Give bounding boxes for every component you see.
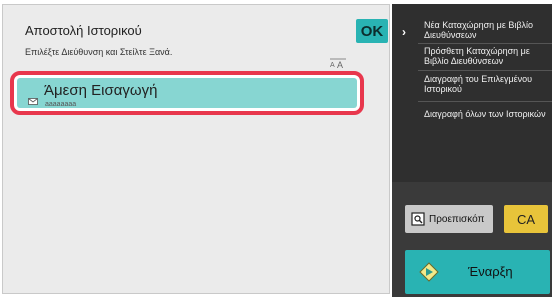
panel-title: Αποστολή Ιστορικού: [25, 23, 142, 38]
menu-item-add-entry[interactable]: Πρόσθετη Καταχώρηση με Βιβλίο Διευθύνσεω…: [418, 46, 552, 66]
menu-item-delete-selected[interactable]: Διαγραφή του Επιλεγμένου Ιστορικού: [418, 74, 552, 94]
history-item-highlight: Άμεση Εισαγωγή aaaaaaaa: [10, 71, 364, 115]
chevron-right-icon[interactable]: ›: [396, 24, 412, 40]
sort-icon[interactable]: A A: [329, 57, 347, 71]
menu-item-new-entry[interactable]: Νέα Καταχώρηση με Βιβλίο Διευθύνσεων: [418, 20, 552, 40]
panel-instruction: Επιλέξτε Διεύθυνση και Στείλτε Ξανά.: [25, 47, 173, 57]
list-item[interactable]: Άμεση Εισαγωγή aaaaaaaa: [17, 78, 357, 108]
history-item-address: aaaaaaaa: [45, 101, 77, 108]
preview-icon: [411, 212, 425, 226]
start-button[interactable]: Έναρξη: [405, 250, 550, 294]
history-item-name: Άμεση Εισαγωγή: [44, 82, 158, 99]
preview-label: Προεπισκόπ: [429, 213, 485, 225]
menu-divider: [418, 70, 552, 71]
svg-text:A: A: [330, 62, 335, 69]
clear-all-button[interactable]: CA: [504, 205, 548, 233]
history-panel: Αποστολή Ιστορικού Επιλέξτε Διεύθυνση κα…: [2, 4, 390, 294]
menu-divider: [418, 43, 552, 44]
menu-divider: [418, 101, 552, 102]
mail-icon: [28, 92, 38, 105]
svg-text:A: A: [337, 60, 343, 70]
start-label: Έναρξη: [468, 264, 513, 279]
ok-button[interactable]: OK: [356, 19, 388, 43]
preview-button[interactable]: Προεπισκόπ: [405, 205, 493, 233]
action-menu: Νέα Καταχώρηση με Βιβλίο Διευθύνσεων Πρό…: [418, 4, 552, 182]
start-icon: [419, 262, 439, 282]
menu-item-delete-all[interactable]: Διαγραφή όλων των Ιστορικών: [418, 109, 552, 119]
